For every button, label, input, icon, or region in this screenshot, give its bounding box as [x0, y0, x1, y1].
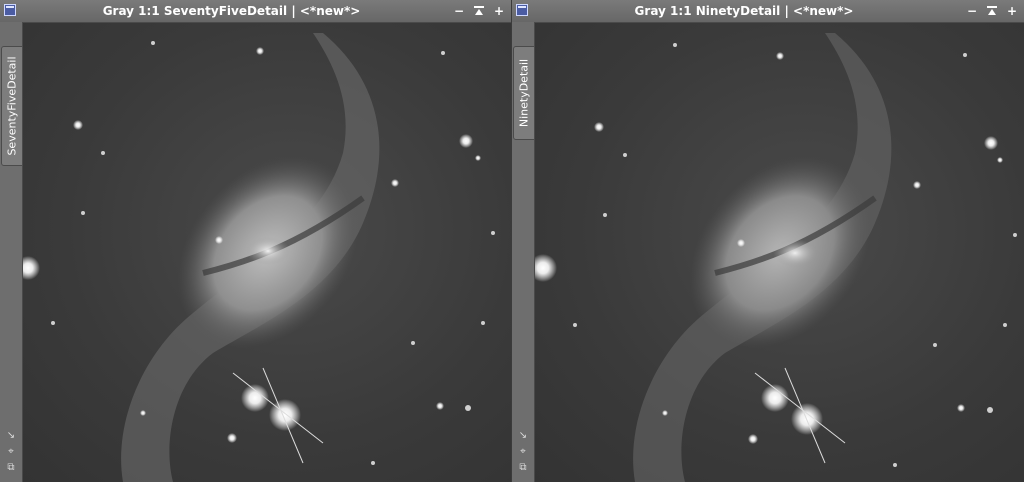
image-window-ninetydetail[interactable]: Gray 1:1 NinetyDetail | <*new*> − + Nine… [512, 0, 1024, 482]
resize-icon[interactable]: ↘ [517, 430, 529, 442]
image-id-tab[interactable]: NinetyDetail [513, 46, 535, 140]
minimize-button[interactable]: − [451, 3, 467, 19]
add-button[interactable]: + [491, 3, 507, 19]
resize-icon[interactable]: ↘ [5, 430, 17, 442]
add-button[interactable]: + [1004, 3, 1020, 19]
galaxy-image [535, 33, 1017, 482]
galaxy-image [23, 33, 495, 482]
window-titlebar[interactable]: Gray 1:1 NinetyDetail | <*new*> − + [512, 0, 1024, 23]
target-icon[interactable]: ⌖ [5, 446, 17, 458]
image-id-label: NinetyDetail [517, 58, 531, 128]
image-viewport[interactable] [23, 23, 511, 482]
window-titlebar[interactable]: Gray 1:1 SeventyFiveDetail | <*new*> − + [0, 0, 511, 23]
window-sidebar: SeventyFiveDetail ↘ ⌖ ⧉ [0, 22, 23, 482]
maximize-button[interactable] [471, 3, 487, 19]
window-menu-icon[interactable] [4, 4, 16, 16]
image-viewport[interactable] [535, 23, 1024, 482]
image-id-tab[interactable]: SeventyFiveDetail [1, 46, 23, 166]
image-window-seventyfivedetail[interactable]: Gray 1:1 SeventyFiveDetail | <*new*> − +… [0, 0, 511, 482]
image-id-label: SeventyFiveDetail [5, 56, 19, 156]
clone-icon[interactable]: ⧉ [5, 462, 17, 474]
minimize-button[interactable]: − [964, 3, 980, 19]
target-icon[interactable]: ⌖ [517, 446, 529, 458]
window-title: Gray 1:1 NinetyDetail | <*new*> [634, 4, 854, 18]
clone-icon[interactable]: ⧉ [517, 462, 529, 474]
maximize-button[interactable] [984, 3, 1000, 19]
window-menu-icon[interactable] [516, 4, 528, 16]
window-sidebar: NinetyDetail ↘ ⌖ ⧉ [512, 22, 535, 482]
window-title: Gray 1:1 SeventyFiveDetail | <*new*> [102, 4, 361, 18]
